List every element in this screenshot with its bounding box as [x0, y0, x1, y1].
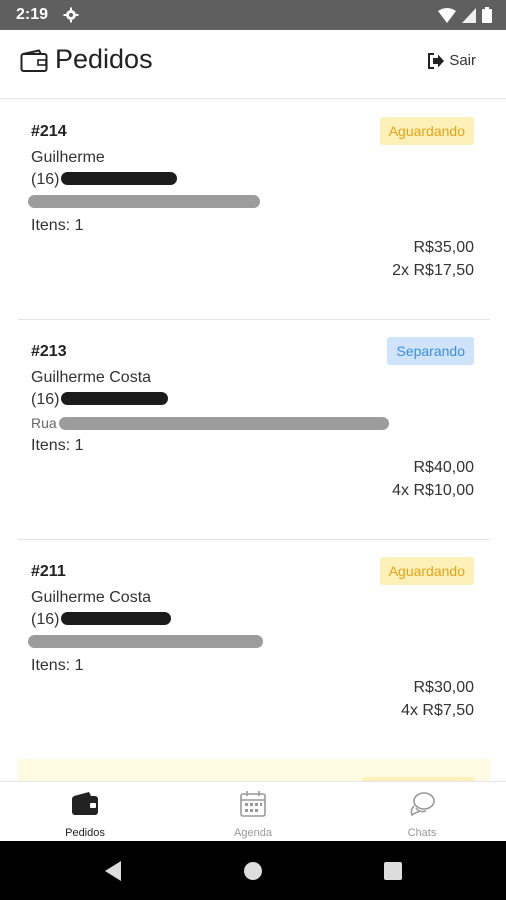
orders-list[interactable]: #214 Aguardando Guilherme (16) Itens: 1 … [0, 99, 506, 781]
customer-address [28, 195, 260, 208]
home-icon[interactable] [241, 859, 265, 883]
redacted-phone [61, 172, 178, 185]
redacted-address [28, 635, 263, 648]
status-bar: 2:19 [0, 0, 506, 30]
tab-label: Pedidos [65, 827, 105, 839]
signal-icon [462, 7, 476, 23]
tab-label: Chats [407, 827, 437, 839]
order-total: R$40,00 [413, 459, 475, 476]
order-card[interactable]: #213 Separando Guilherme Costa (16) Rua … [18, 319, 490, 540]
order-total: R$30,00 [413, 679, 475, 696]
order-number: #214 [31, 123, 67, 140]
status-time: 2:19 [16, 6, 49, 23]
phone-prefix: (16) [31, 391, 60, 408]
wallet-icon [72, 792, 98, 815]
status-badge: Aguardando [379, 117, 474, 145]
order-card[interactable]: #214 Aguardando Guilherme (16) Itens: 1 … [18, 99, 490, 320]
customer-name: Guilherme Costa [31, 369, 152, 386]
order-unit-line: 2x R$17,50 [392, 262, 474, 279]
recents-icon[interactable] [381, 859, 405, 883]
redacted-phone [61, 392, 169, 405]
order-number: #211 [31, 563, 66, 580]
status-badge: Aguardando [379, 557, 474, 585]
logout-button[interactable]: Sair [427, 52, 476, 69]
customer-name: Guilherme [31, 149, 105, 166]
tab-agenda[interactable]: Agenda [193, 782, 313, 842]
customer-address [28, 635, 263, 648]
status-badge: Separando [387, 337, 474, 365]
customer-address: Rua [31, 415, 389, 431]
back-icon[interactable] [101, 859, 125, 883]
order-unit-line: 4x R$10,00 [392, 482, 474, 499]
items-count: Itens: 1 [31, 657, 84, 674]
bottom-tab-bar: Pedidos Agenda Chats [0, 781, 506, 842]
customer-name: Guilherme Costa [31, 589, 152, 606]
wallet-icon [20, 49, 48, 72]
address-prefix: Rua [31, 415, 57, 431]
wifi-icon [438, 7, 456, 23]
system-nav-bar [0, 841, 506, 900]
app-bar: Pedidos Sair [0, 30, 506, 99]
redacted-phone [61, 612, 172, 625]
settings-icon [63, 7, 79, 23]
logout-icon [428, 52, 445, 69]
page-title: Pedidos [55, 44, 153, 74]
logout-label: Sair [449, 52, 476, 69]
tab-pedidos[interactable]: Pedidos [25, 782, 145, 842]
phone-prefix: (16) [31, 611, 60, 628]
order-card[interactable]: #211 Aguardando Guilherme Costa (16) Ite… [18, 539, 490, 760]
order-unit-line: 4x R$7,50 [401, 702, 474, 719]
redacted-address [28, 195, 260, 208]
calendar-icon [240, 791, 266, 817]
items-count: Itens: 1 [31, 437, 84, 454]
phone-prefix: (16) [31, 171, 60, 188]
customer-phone: (16) [31, 391, 169, 409]
order-card-partial[interactable] [18, 759, 490, 781]
items-count: Itens: 1 [31, 217, 84, 234]
tab-chats[interactable]: Chats [362, 782, 482, 842]
redacted-address [58, 416, 389, 430]
customer-phone: (16) [31, 171, 178, 189]
battery-icon [482, 7, 492, 23]
chat-icon [410, 792, 435, 817]
tab-label: Agenda [234, 827, 272, 839]
order-number: #213 [31, 343, 67, 360]
customer-phone: (16) [31, 611, 172, 629]
order-total: R$35,00 [413, 239, 475, 256]
